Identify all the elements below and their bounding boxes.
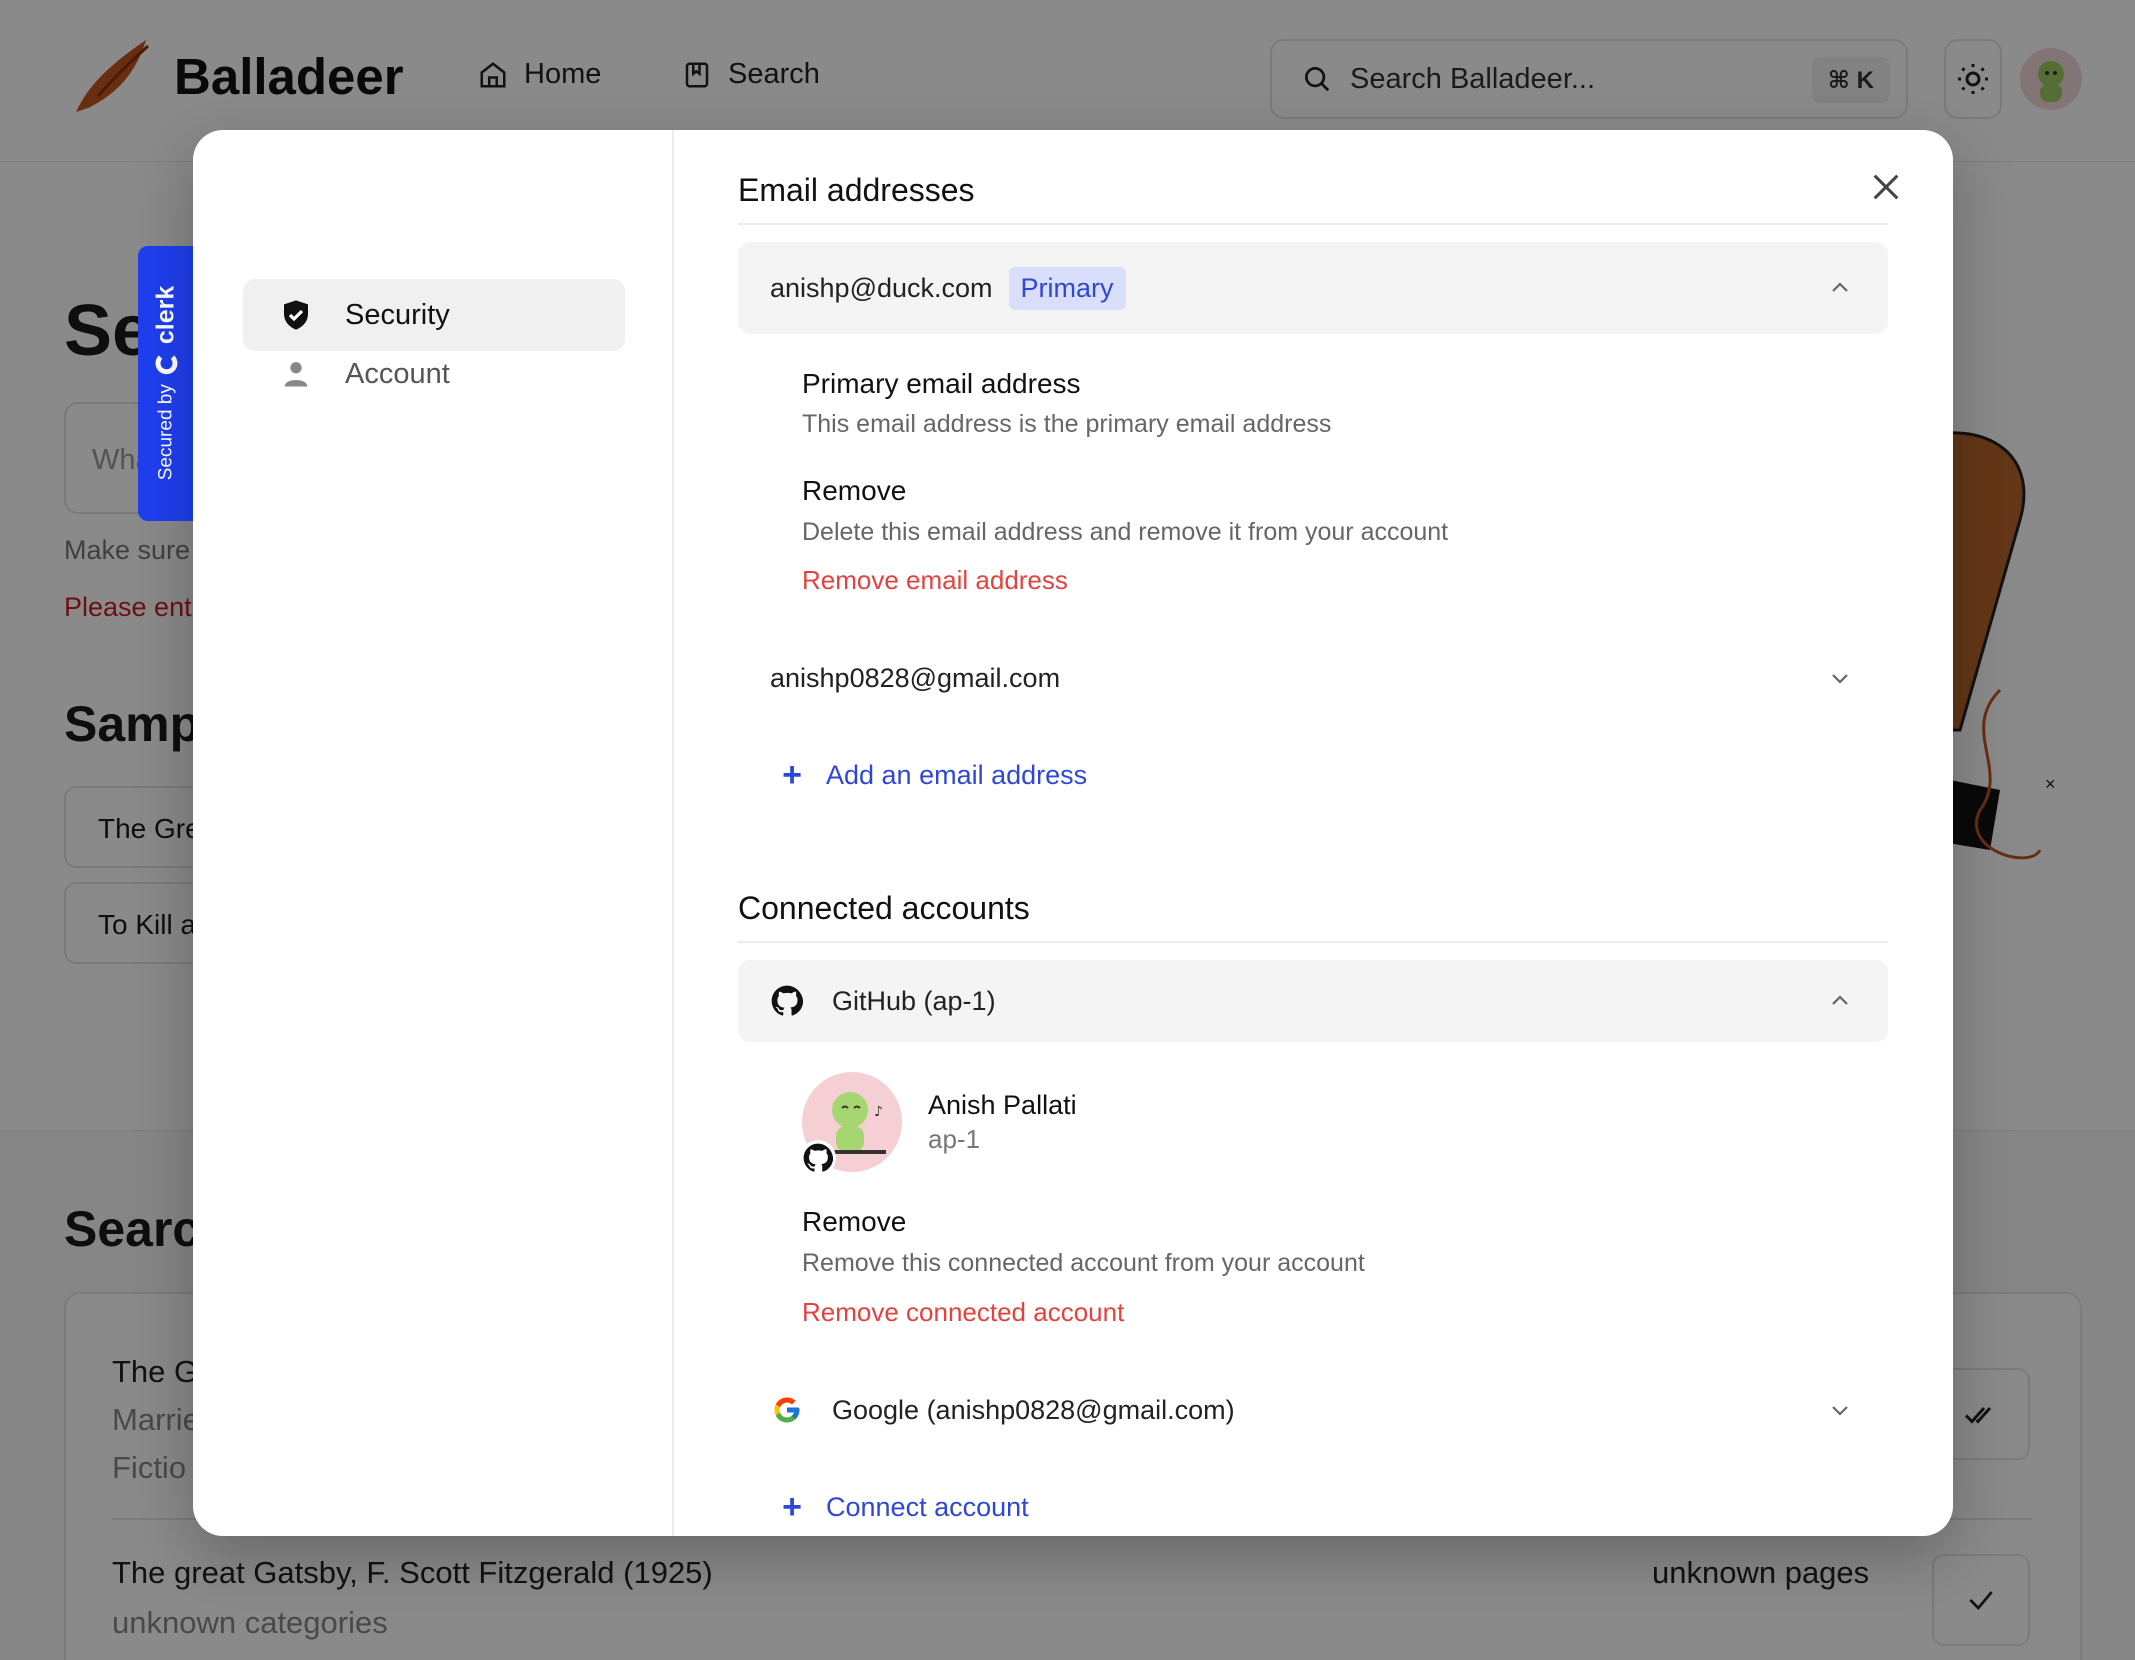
primary-email-title: Primary email address bbox=[802, 368, 1081, 399]
shield-check-icon bbox=[279, 298, 313, 332]
sidebar-item-security[interactable]: Security bbox=[243, 279, 625, 351]
remove-connected-desc: Remove this connected account from your … bbox=[802, 1249, 1365, 1277]
clerk-brand: clerk bbox=[151, 285, 180, 345]
google-icon bbox=[770, 1393, 804, 1427]
user-profile-modal: Account Security Email addresses anishp@… bbox=[193, 130, 1953, 1536]
user-icon bbox=[279, 357, 313, 391]
chevron-down-icon[interactable] bbox=[1828, 1398, 1852, 1422]
connected-display-name: Anish Pallati bbox=[928, 1090, 1077, 1120]
email-address: anishp@duck.com bbox=[770, 272, 993, 303]
github-badge-icon bbox=[800, 1140, 836, 1176]
divider bbox=[738, 941, 1888, 943]
remove-email-title: Remove bbox=[802, 475, 907, 506]
remove-connected-title: Remove bbox=[802, 1206, 907, 1237]
chevron-up-icon[interactable] bbox=[1828, 989, 1852, 1013]
modal-sidebar: Account Security bbox=[193, 130, 674, 1536]
plus-icon: + bbox=[782, 1488, 802, 1526]
provider-label: Google (anishp0828@gmail.com) bbox=[832, 1394, 1235, 1425]
remove-email-desc: Delete this email address and remove it … bbox=[802, 518, 1449, 546]
connected-account-github[interactable]: GitHub (ap-1) bbox=[738, 960, 1888, 1042]
clerk-badge[interactable]: Secured by clerk bbox=[138, 246, 194, 521]
email-address: anishp0828@gmail.com bbox=[770, 662, 1061, 693]
svg-text:♪: ♪ bbox=[874, 1104, 883, 1120]
chevron-down-icon[interactable] bbox=[1828, 666, 1852, 690]
connected-username: ap-1 bbox=[928, 1124, 981, 1154]
connected-account-google[interactable]: Google (anishp0828@gmail.com) bbox=[738, 1370, 1888, 1450]
email-section-title: Email addresses bbox=[738, 172, 975, 208]
chevron-up-icon[interactable] bbox=[1828, 276, 1852, 300]
email-item-secondary[interactable]: anishp0828@gmail.com bbox=[738, 638, 1888, 718]
connected-section-title: Connected accounts bbox=[738, 890, 1030, 926]
clerk-logo-icon bbox=[155, 352, 177, 375]
add-email-button[interactable]: + Add an email address bbox=[778, 758, 1087, 792]
email-item-primary[interactable]: anishp@duck.com Primary bbox=[738, 242, 1888, 334]
remove-connected-button[interactable]: Remove connected account bbox=[802, 1297, 1124, 1328]
github-icon bbox=[770, 984, 804, 1018]
primary-email-desc: This email address is the primary email … bbox=[802, 410, 1332, 438]
remove-email-button[interactable]: Remove email address bbox=[802, 565, 1068, 596]
connect-account-button[interactable]: + Connect account bbox=[778, 1490, 1029, 1524]
primary-badge: Primary bbox=[1008, 266, 1126, 310]
close-icon[interactable] bbox=[1869, 170, 1903, 204]
clerk-badge-prefix: Secured by bbox=[155, 384, 176, 481]
provider-label: GitHub (ap-1) bbox=[832, 985, 996, 1016]
plus-icon: + bbox=[782, 756, 802, 794]
divider bbox=[738, 223, 1888, 225]
